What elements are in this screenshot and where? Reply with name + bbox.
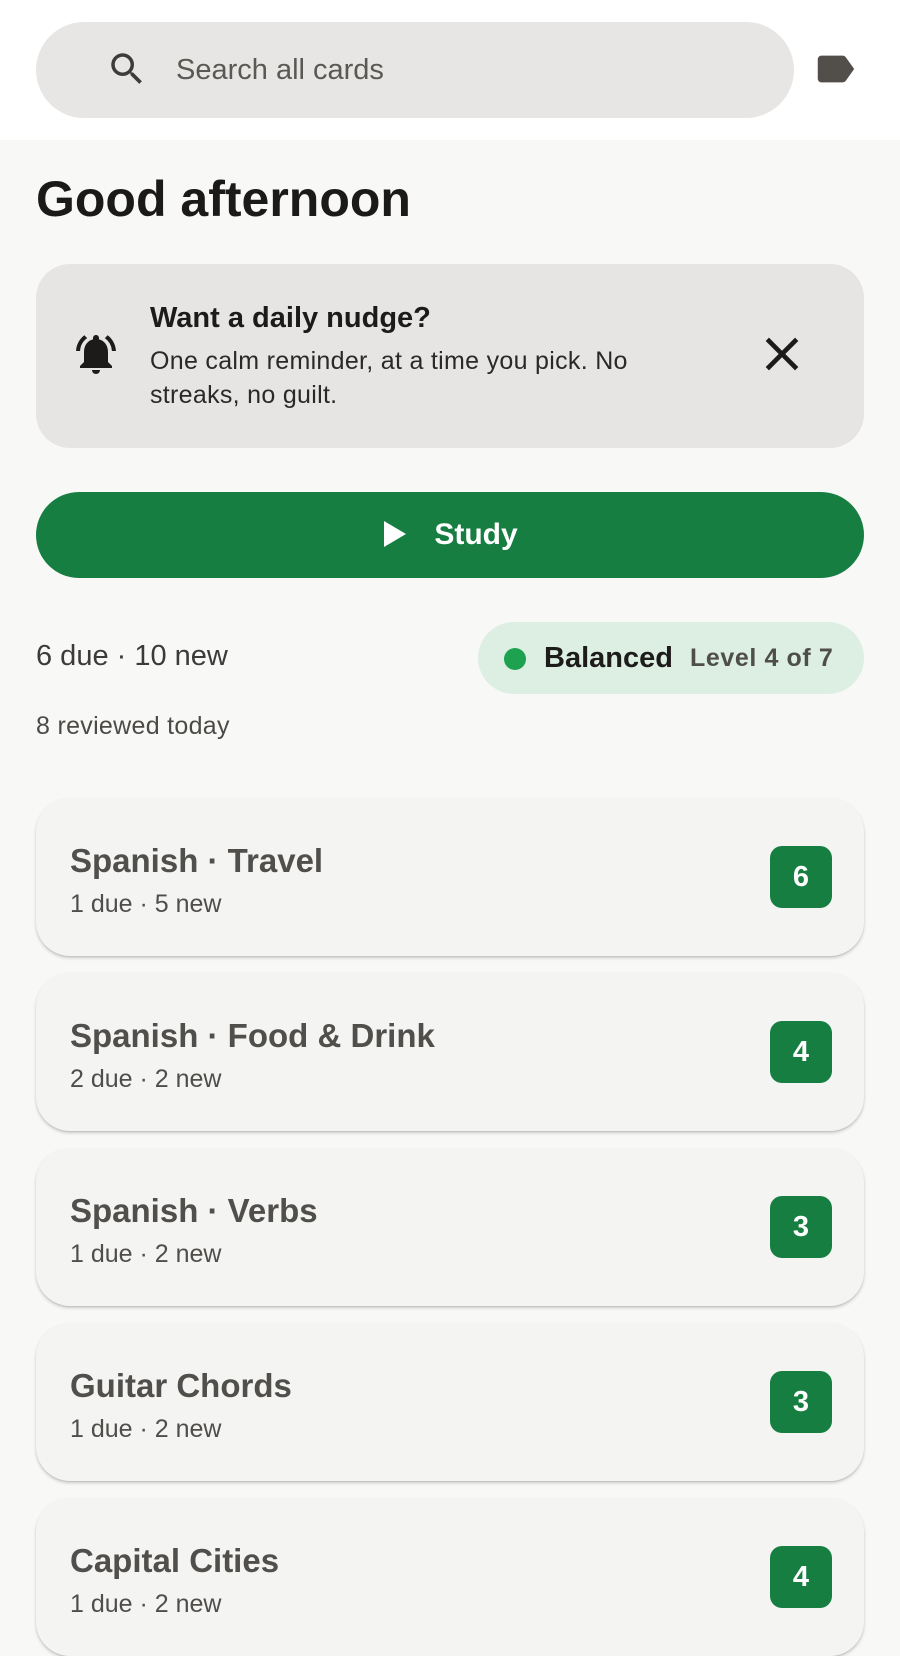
reminder-body: One calm reminder, at a time you pick. N… — [150, 347, 628, 409]
study-label: Study — [434, 518, 518, 551]
deck-meta: 1 due · 2 new — [70, 1415, 222, 1443]
deck-card[interactable]: Guitar Chords 1 due · 2 new 3 — [36, 1323, 864, 1481]
due-summary: 6 due · 10 new — [36, 640, 228, 672]
deck-name: Spanish · Travel — [70, 842, 324, 879]
deck-card[interactable]: Spanish · Verbs 1 due · 2 new 3 — [36, 1148, 864, 1306]
page-title: Good afternoon — [36, 171, 411, 227]
status-dot — [504, 648, 526, 670]
search-icon — [106, 48, 148, 95]
study-button[interactable]: Study — [36, 492, 864, 578]
search-input[interactable] — [176, 46, 756, 94]
play-icon — [382, 519, 408, 552]
deck-name: Capital Cities — [70, 1542, 280, 1579]
deck-name: Spanish · Verbs — [70, 1192, 318, 1229]
deck-meta: 1 due · 2 new — [70, 1590, 222, 1618]
deck-card[interactable]: Capital Cities 1 due · 2 new 4 — [36, 1498, 864, 1656]
reviewed-today: 8 reviewed today — [36, 712, 230, 740]
study-mode-chip[interactable]: Balanced Level 4 of 7 — [478, 622, 864, 694]
deck-card[interactable]: Spanish · Food & Drink 2 due · 2 new 4 — [36, 973, 864, 1131]
deck-count-badge: 4 — [770, 1021, 832, 1083]
deck-meta: 2 due · 2 new — [70, 1065, 222, 1093]
top-app-bar — [0, 0, 900, 140]
deck-meta: 1 due · 5 new — [70, 890, 222, 918]
deck-count-badge: 3 — [770, 1196, 832, 1258]
reminder-title: Want a daily nudge? — [150, 302, 431, 334]
deck-count-badge: 4 — [770, 1546, 832, 1608]
study-mode-level: Level 4 of 7 — [690, 644, 834, 672]
deck-name: Guitar Chords — [70, 1367, 292, 1404]
reminder-banner: Want a daily nudge? One calm reminder, a… — [36, 264, 864, 448]
deck-count-badge: 3 — [770, 1371, 832, 1433]
bell-icon — [72, 330, 120, 383]
search-bar[interactable] — [36, 22, 794, 118]
deck-card[interactable]: Spanish · Travel 1 due · 5 new 6 — [36, 798, 864, 956]
deck-name: Spanish · Food & Drink — [70, 1017, 435, 1054]
deck-count-badge: 6 — [770, 846, 832, 908]
label-icon[interactable] — [812, 46, 864, 94]
deck-meta: 1 due · 2 new — [70, 1240, 222, 1268]
close-icon[interactable] — [754, 326, 810, 382]
study-mode-label: Balanced — [544, 642, 673, 674]
